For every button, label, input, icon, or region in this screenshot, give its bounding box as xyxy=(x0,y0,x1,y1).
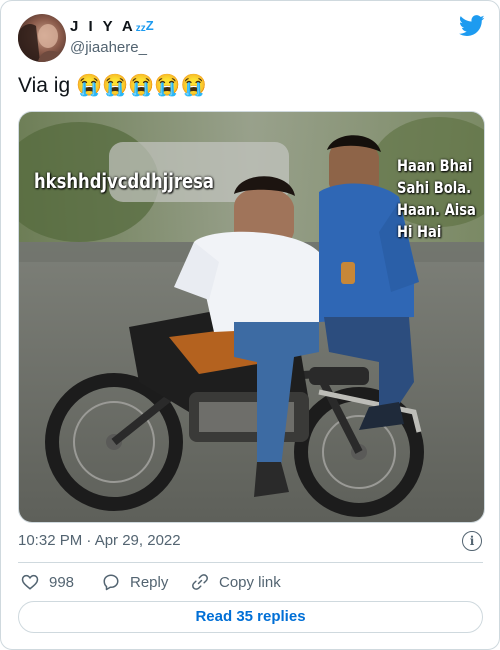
copy-link-label: Copy link xyxy=(219,573,281,591)
display-name-text: J I Y A xyxy=(70,18,136,35)
avatar-image xyxy=(18,14,66,62)
display-name[interactable]: J I Y AzzZ xyxy=(70,18,154,35)
divider xyxy=(18,562,483,563)
meme-caption-left: hkshhdjvcddhjjresa xyxy=(34,169,214,193)
zzz-small: zz xyxy=(135,23,146,34)
read-replies-button[interactable]: Read 35 replies xyxy=(18,601,483,633)
meme-caption-right: Haan Bhai Sahi Bola. Haan. Aisa Hi Hai xyxy=(397,155,476,243)
tweet-text: Via ig 😭😭😭😭😭 xyxy=(18,74,207,97)
like-count: 998 xyxy=(49,573,75,591)
tweet-timestamp[interactable]: 10:32 PM · Apr 29, 2022 xyxy=(18,532,181,549)
link-icon xyxy=(192,574,208,590)
zzz-big: Z xyxy=(145,18,154,33)
reply-button[interactable]: Reply xyxy=(102,571,168,593)
avatar[interactable] xyxy=(18,14,66,62)
heart-icon xyxy=(21,574,39,590)
tweet-media[interactable]: hkshhdjvcddhjjresa Haan Bhai Sahi Bola. … xyxy=(18,111,485,523)
meme-caption-line: Haan. Aisa xyxy=(397,200,476,219)
like-button[interactable]: 998 xyxy=(21,571,74,593)
reply-label: Reply xyxy=(130,573,169,591)
tweet-card: J I Y AzzZ @jiaahere_ Via ig 😭😭😭😭😭 hkshh… xyxy=(0,0,500,650)
info-icon[interactable]: i xyxy=(462,531,482,551)
meme-caption-line: Hi Hai xyxy=(397,222,442,241)
twitter-bird-icon[interactable] xyxy=(458,15,485,37)
meme-caption-line: Haan Bhai xyxy=(397,156,473,175)
copy-link-button[interactable]: Copy link xyxy=(191,571,281,593)
reply-bubble-icon xyxy=(103,574,119,591)
user-handle[interactable]: @jiaahere_ xyxy=(70,39,147,56)
meme-caption-line: Sahi Bola. xyxy=(397,178,472,197)
